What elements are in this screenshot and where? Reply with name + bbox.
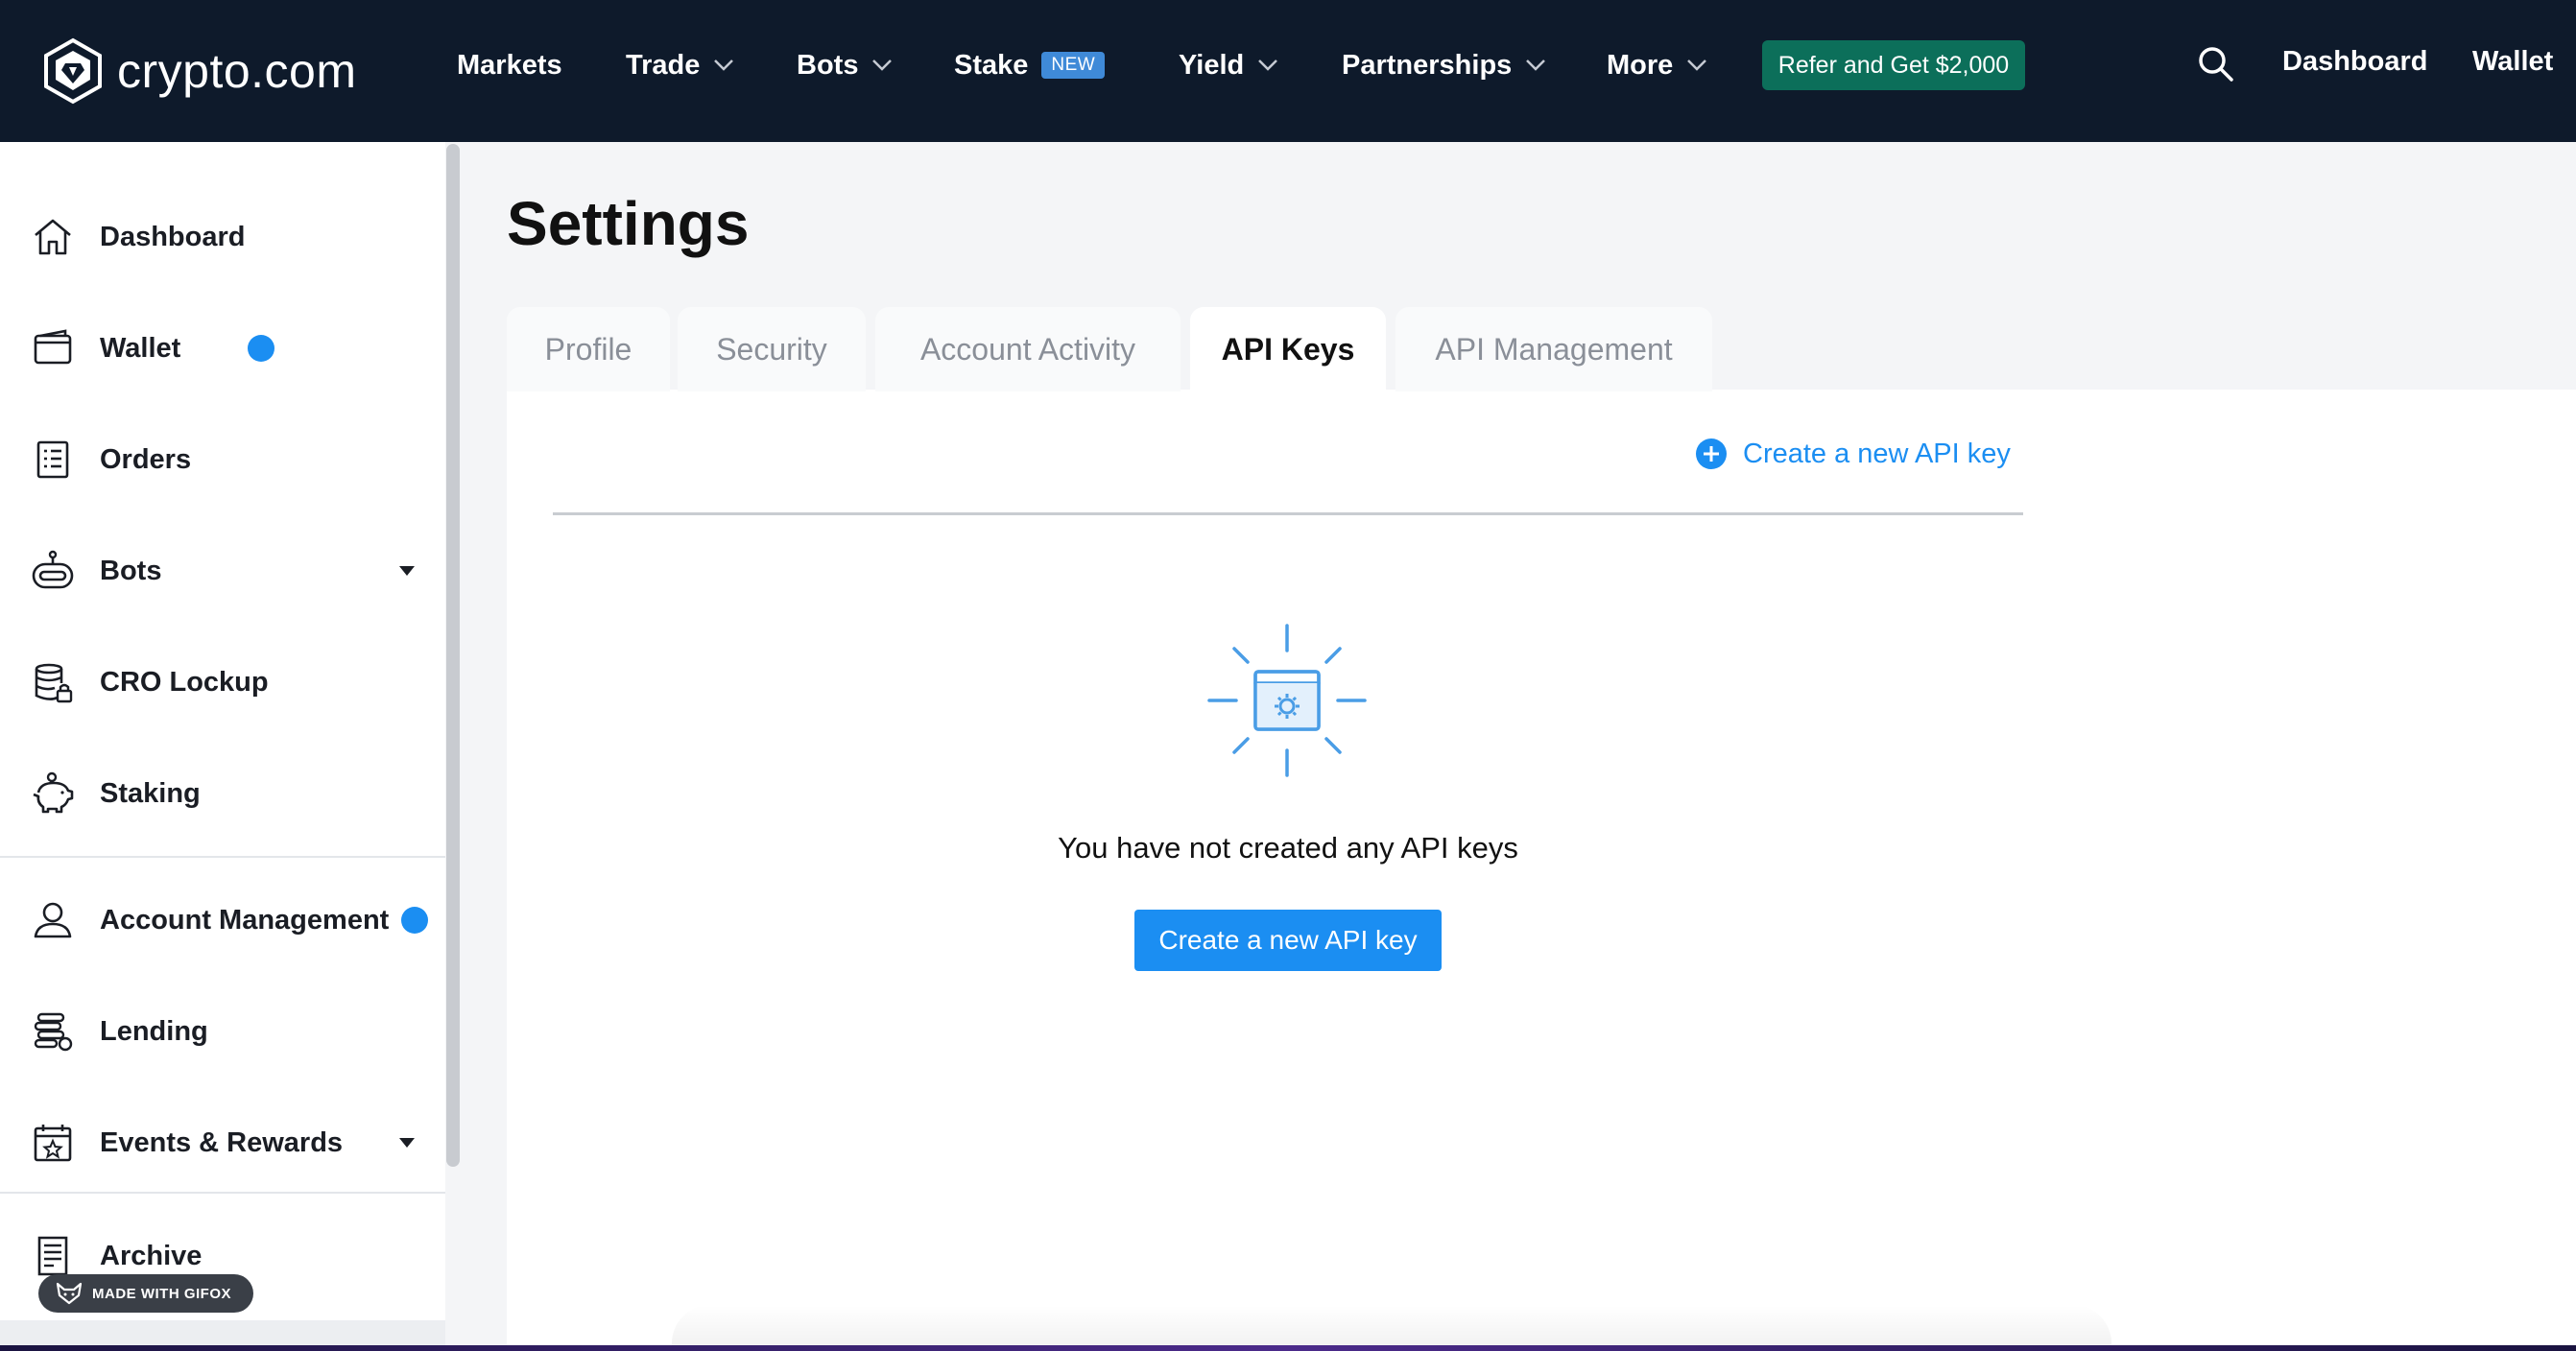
chevron-down-icon <box>1687 59 1707 71</box>
crypto-logo-icon <box>44 37 102 105</box>
nav-markets-label: Markets <box>457 49 562 81</box>
brand-logo[interactable]: crypto.com <box>42 33 357 109</box>
nav-markets[interactable]: Markets <box>457 44 562 86</box>
create-api-key-link-label: Create a new API key <box>1743 438 2011 469</box>
tab-profile[interactable]: Profile <box>507 307 670 391</box>
piggy-bank-icon <box>33 771 74 814</box>
plus-circle-icon <box>1696 438 1727 469</box>
refer-button[interactable]: Refer and Get $2,000 <box>1762 40 2025 90</box>
watermark-text: MADE WITH GIFOX <box>92 1285 231 1302</box>
wallet-icon <box>34 329 72 365</box>
tab-account-activity[interactable]: Account Activity <box>875 307 1181 391</box>
sidebar-scrollbar-thumb[interactable] <box>446 144 460 1167</box>
chevron-down-icon <box>1258 59 1278 71</box>
tab-label: Security <box>716 331 827 367</box>
sidebar-item-label: CRO Lockup <box>100 666 269 698</box>
sidebar-divider <box>0 1192 445 1194</box>
sidebar: Dashboard Wallet Orders Bots CRO Lockup … <box>0 142 445 1351</box>
tab-label: API Keys <box>1221 331 1355 367</box>
floating-element-shadow <box>672 1305 2111 1351</box>
top-wallet-link[interactable]: Wallet <box>2472 46 2553 78</box>
sidebar-item-label: Lending <box>100 1015 208 1047</box>
tab-api-keys[interactable]: API Keys <box>1190 307 1386 391</box>
chevron-down-icon <box>872 59 893 71</box>
chevron-down-icon <box>714 59 734 71</box>
sidebar-item-label: Dashboard <box>100 221 246 252</box>
sidebar-item-events-rewards[interactable]: Events & Rewards <box>0 1109 443 1176</box>
caret-down-icon[interactable] <box>399 1138 415 1148</box>
sidebar-divider <box>0 856 445 858</box>
tab-security[interactable]: Security <box>678 307 866 391</box>
lending-icon <box>34 1012 73 1052</box>
new-badge: NEW <box>1041 52 1106 79</box>
sidebar-item-wallet[interactable]: Wallet <box>0 315 443 382</box>
sidebar-item-account-management[interactable]: Account Management <box>0 887 443 954</box>
sidebar-item-label: Staking <box>100 777 201 809</box>
nav-trade[interactable]: Trade <box>626 44 734 86</box>
gifox-watermark: MADE WITH GIFOX <box>38 1274 253 1313</box>
sidebar-item-cro-lockup[interactable]: CRO Lockup <box>0 649 443 716</box>
nav-stake[interactable]: Stake NEW <box>954 44 1106 86</box>
nav-partnerships[interactable]: Partnerships <box>1342 44 1546 86</box>
nav-more[interactable]: More <box>1607 44 1707 86</box>
account-icon <box>34 902 72 938</box>
lockup-icon <box>35 663 73 703</box>
top-dashboard-link[interactable]: Dashboard <box>2282 46 2427 78</box>
notification-dot <box>401 907 428 934</box>
sidebar-item-lending[interactable]: Lending <box>0 998 443 1065</box>
sidebar-item-label: Orders <box>100 443 192 475</box>
brand-name: crypto.com <box>117 44 357 98</box>
tab-label: Profile <box>544 331 632 367</box>
orders-icon <box>36 440 69 479</box>
tab-api-management[interactable]: API Management <box>1395 307 1712 391</box>
empty-state-message: You have not created any API keys <box>1058 831 1518 865</box>
sidebar-item-label: Bots <box>100 555 162 586</box>
chevron-down-icon <box>1526 59 1546 71</box>
home-icon <box>35 219 71 255</box>
nav-bots-label: Bots <box>797 49 859 81</box>
create-api-key-button[interactable]: Create a new API key <box>1134 910 1442 971</box>
caret-down-icon[interactable] <box>399 566 415 576</box>
page-title: Settings <box>507 189 750 258</box>
calendar-star-icon <box>34 1125 72 1162</box>
sidebar-item-dashboard[interactable]: Dashboard <box>0 203 443 271</box>
top-navigation: crypto.com Markets Trade Bots Stake NEW … <box>0 0 2576 142</box>
bottom-edge-bar <box>0 1345 2576 1351</box>
search-icon[interactable] <box>2196 44 2234 83</box>
nav-bots[interactable]: Bots <box>797 44 893 86</box>
sidebar-item-label: Wallet <box>100 332 181 364</box>
api-settings-icon <box>1207 624 1367 777</box>
sidebar-item-label: Events & Rewards <box>100 1126 344 1158</box>
tab-label: Account Activity <box>919 331 1136 367</box>
sidebar-item-staking[interactable]: Staking <box>0 760 443 827</box>
nav-yield[interactable]: Yield <box>1179 44 1278 86</box>
archive-icon <box>37 1236 68 1276</box>
sidebar-item-orders[interactable]: Orders <box>0 426 443 493</box>
nav-yield-label: Yield <box>1179 49 1245 81</box>
robot-icon <box>32 550 74 589</box>
sidebar-item-label: Archive <box>100 1240 203 1271</box>
nav-stake-label: Stake <box>954 49 1029 81</box>
nav-more-label: More <box>1607 49 1674 81</box>
settings-panel <box>507 390 2576 1351</box>
sidebar-item-bots[interactable]: Bots <box>0 537 443 604</box>
sidebar-item-label: Account Management <box>100 904 390 936</box>
notification-dot <box>248 335 274 362</box>
nav-trade-label: Trade <box>626 49 701 81</box>
nav-partnerships-label: Partnerships <box>1342 49 1513 81</box>
create-api-key-link[interactable]: Create a new API key <box>1695 434 2011 474</box>
panel-divider <box>553 512 2023 515</box>
tab-label: API Management <box>1435 331 1673 367</box>
fox-icon <box>56 1282 83 1305</box>
